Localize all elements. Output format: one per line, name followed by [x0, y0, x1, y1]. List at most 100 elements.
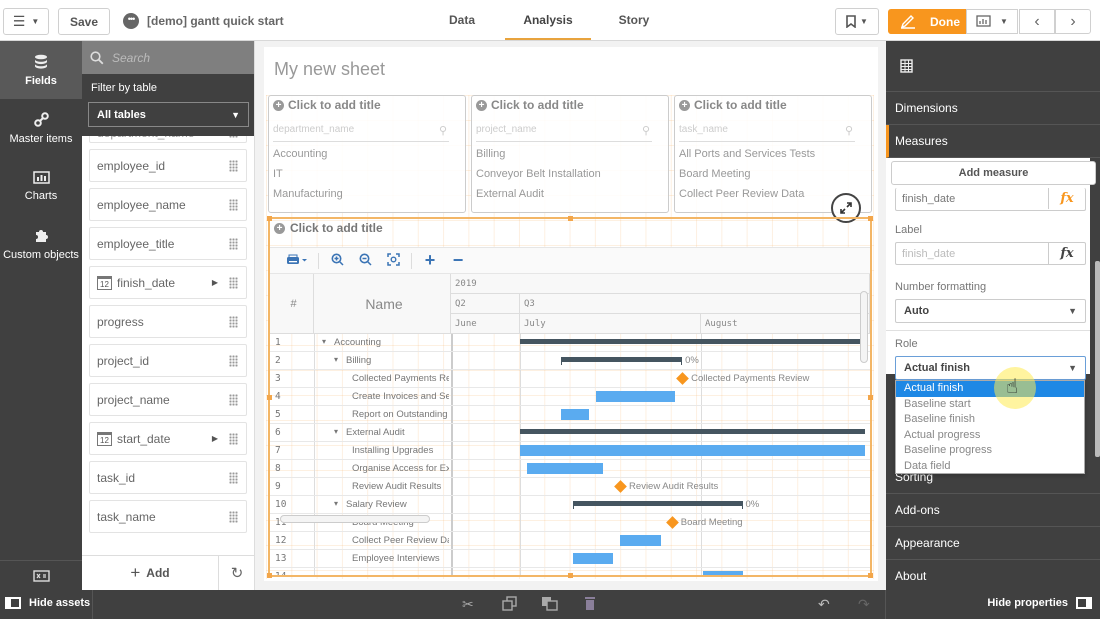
gantt-horizontal-scrollbar[interactable]	[280, 515, 430, 523]
expand-arrow-icon[interactable]: ▶	[212, 278, 218, 287]
drag-handle-icon[interactable]	[229, 316, 238, 328]
summary-bar[interactable]	[561, 357, 683, 365]
role-option[interactable]: Actual finish	[896, 381, 1084, 397]
field-item[interactable]: task_id	[89, 461, 247, 494]
collapse-all-button[interactable]: −	[444, 250, 472, 271]
measure-expression-input[interactable]: finish_date fx	[895, 188, 1086, 211]
drag-handle-icon[interactable]	[229, 472, 238, 484]
main-menu-button[interactable]: ☰ ▼	[3, 8, 49, 35]
filter-pane-value[interactable]: Collect Peer Review Data	[679, 188, 804, 200]
table-row[interactable]: 9 Review Audit Results	[270, 478, 870, 496]
fields-search[interactable]: Search	[82, 41, 254, 74]
tab-analysis[interactable]: Analysis	[505, 0, 591, 40]
variables-button[interactable]	[0, 560, 82, 590]
field-item[interactable]: 12 start_date ▶	[89, 422, 247, 455]
summary-bar[interactable]	[573, 501, 743, 509]
table-row[interactable]: 12 Collect Peer Review Data	[270, 532, 870, 550]
task-bar[interactable]	[595, 391, 676, 402]
gantt-vertical-scrollbar[interactable]	[860, 291, 868, 363]
filter-pane-value[interactable]: Conveyor Belt Installation	[476, 168, 601, 180]
number-formatting-select[interactable]: Auto ▼	[895, 299, 1086, 323]
paste-button[interactable]	[541, 596, 558, 614]
collapse-toggle-icon[interactable]: ▾	[334, 355, 338, 364]
role-option[interactable]: Data field	[896, 459, 1084, 475]
role-select[interactable]: Actual finish ▼	[895, 356, 1086, 380]
filter-pane-title[interactable]: + Click to add title	[273, 98, 381, 112]
tab-story[interactable]: Story	[612, 0, 656, 40]
role-option[interactable]: Actual progress	[896, 428, 1084, 444]
filter-pane-value[interactable]: Board Meeting	[679, 168, 751, 180]
drag-handle-icon[interactable]	[229, 199, 238, 211]
rail-item-fields[interactable]: Fields	[0, 41, 82, 99]
undo-button[interactable]: ↶	[818, 596, 830, 613]
drag-handle-icon[interactable]	[229, 394, 238, 406]
tab-data[interactable]: Data	[440, 0, 484, 40]
table-select[interactable]: All tables ▼	[88, 102, 249, 127]
filter-pane-search[interactable]: project_name ⚲	[476, 124, 652, 142]
next-sheet-button[interactable]: ›	[1055, 9, 1091, 34]
filter-pane-value[interactable]: Manufacturing	[273, 188, 343, 200]
field-item[interactable]: employee_name	[89, 188, 247, 221]
section-dimensions[interactable]: Dimensions	[886, 92, 1100, 125]
cut-button[interactable]: ✂	[462, 596, 474, 613]
refresh-button[interactable]: ↻	[219, 556, 254, 590]
drag-handle-icon[interactable]	[229, 355, 238, 367]
add-field-button[interactable]: + Add	[82, 556, 219, 590]
label-input[interactable]: finish_date fx	[895, 242, 1086, 265]
previous-sheet-button[interactable]: ‹	[1019, 9, 1055, 34]
field-item[interactable]: task_name	[89, 500, 247, 533]
table-row[interactable]: 10 ▾ Salary Review	[270, 496, 870, 514]
drag-handle-icon[interactable]	[229, 160, 238, 172]
field-item[interactable]: employee_title	[89, 227, 247, 260]
drag-handle-icon[interactable]	[229, 433, 238, 445]
filter-pane-value[interactable]: Accounting	[273, 148, 327, 160]
section-add-ons[interactable]: Add-ons	[886, 494, 1100, 527]
hide-assets-button[interactable]: Hide assets	[5, 597, 90, 609]
role-option[interactable]: Baseline start	[896, 397, 1084, 413]
gantt-chart-object[interactable]: + Click to add title + − # Name 2019 Q2 …	[267, 216, 873, 578]
filter-pane-value[interactable]: External Audit	[476, 188, 544, 200]
summary-bar[interactable]	[520, 339, 865, 344]
collapse-toggle-icon[interactable]: ▾	[334, 499, 338, 508]
field-item[interactable]: progress	[89, 305, 247, 338]
expression-editor-button[interactable]: fx	[1048, 188, 1085, 209]
rail-item-master-items[interactable]: Master items	[0, 99, 82, 157]
table-row[interactable]: 13 Employee Interviews	[270, 550, 870, 568]
filter-pane-search[interactable]: department_name ⚲	[273, 124, 449, 142]
gantt-title[interactable]: + Click to add title	[274, 221, 383, 235]
filter-pane-project-name[interactable]: + Click to add title project_name ⚲ Billing C…	[471, 95, 669, 213]
copy-button[interactable]	[502, 596, 518, 614]
filter-pane-search[interactable]: task_name ⚲	[679, 124, 855, 142]
filter-pane-value[interactable]: Billing	[476, 148, 505, 160]
section-appearance[interactable]: Appearance	[886, 527, 1100, 560]
field-item[interactable]: project_id	[89, 344, 247, 377]
drag-handle-icon[interactable]	[229, 238, 238, 250]
add-measure-button[interactable]: Add measure	[891, 161, 1096, 185]
resize-handle[interactable]	[568, 216, 573, 221]
collapse-toggle-icon[interactable]: ▾	[322, 337, 326, 346]
fit-to-screen-button[interactable]	[379, 252, 407, 269]
properties-scrollbar[interactable]	[1095, 261, 1100, 457]
delete-button[interactable]	[584, 596, 596, 614]
task-bar[interactable]	[702, 571, 743, 575]
resize-handle[interactable]	[868, 216, 873, 221]
bookmark-button[interactable]: ▼	[835, 8, 879, 35]
filter-pane-value[interactable]: IT	[273, 168, 283, 180]
filter-pane-department-name[interactable]: + Click to add title department_name ⚲ Accou…	[268, 95, 466, 213]
task-bar[interactable]	[526, 463, 603, 474]
zoom-out-button[interactable]	[351, 253, 379, 269]
section-measures[interactable]: Measures	[886, 125, 1100, 158]
save-button[interactable]: Save	[58, 8, 110, 35]
sheet-title[interactable]: My new sheet	[274, 59, 385, 80]
table-row[interactable]: 4 Create Invoices and Send	[270, 388, 870, 406]
redo-button[interactable]: ↷	[858, 596, 870, 613]
drag-handle-icon[interactable]	[229, 511, 238, 523]
visualization-view-button[interactable]: ▼	[966, 9, 1018, 34]
expand-all-button[interactable]: +	[416, 250, 444, 271]
section-about[interactable]: About	[886, 560, 1100, 590]
filter-pane-title[interactable]: + Click to add title	[476, 98, 584, 112]
task-bar[interactable]	[573, 553, 614, 564]
field-item[interactable]: employee_id	[89, 149, 247, 182]
role-option[interactable]: Baseline progress	[896, 443, 1084, 459]
role-option[interactable]: Baseline finish	[896, 412, 1084, 428]
